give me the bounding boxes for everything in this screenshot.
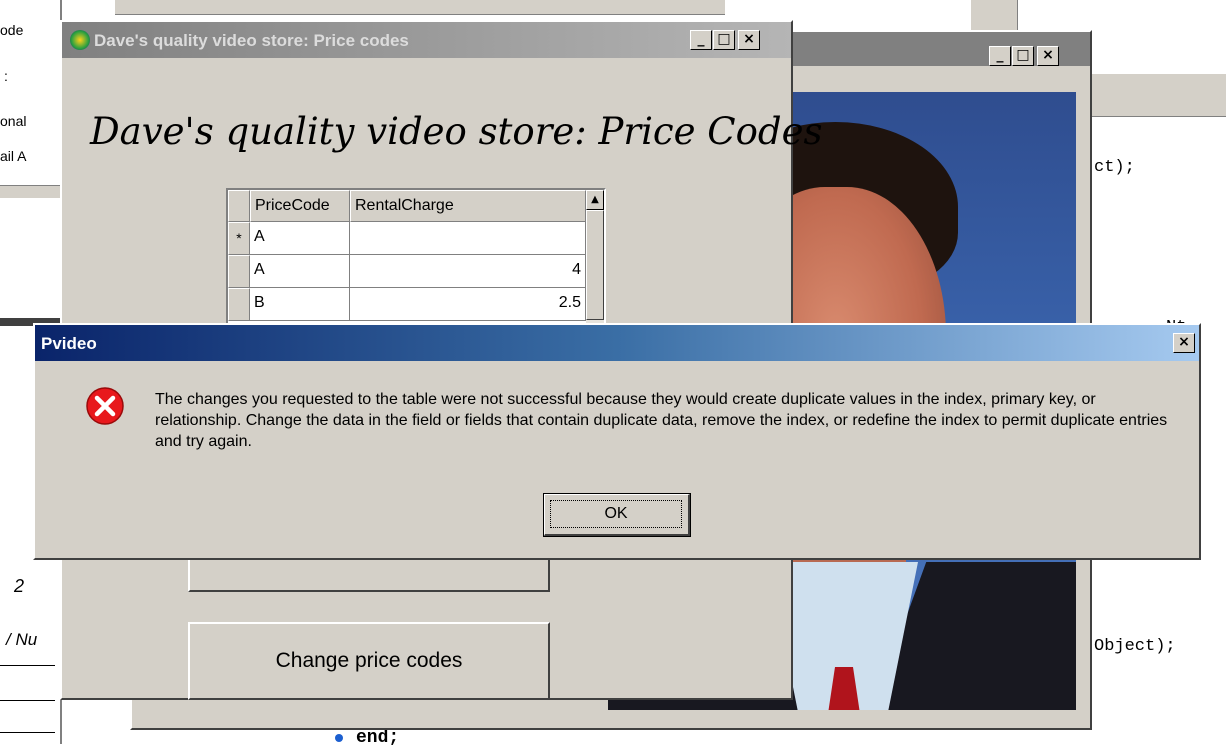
photo-maximize-button[interactable]: □	[1012, 46, 1034, 66]
dialog-close-button[interactable]: ×	[1173, 333, 1195, 353]
minimize-button[interactable]: _	[690, 30, 712, 50]
dialog-title: Pvideo	[41, 334, 97, 353]
grid-cell-rentalcharge[interactable]	[350, 222, 586, 255]
grid-cell-rentalcharge[interactable]: 2.5	[350, 288, 586, 321]
change-price-codes-button[interactable]: Change price codes	[188, 622, 550, 700]
bg-token: :	[4, 68, 8, 84]
grid-corner	[228, 190, 250, 222]
grid-header-rentalcharge[interactable]: RentalCharge	[350, 190, 586, 222]
error-icon	[86, 387, 124, 425]
ok-button-focus: OK	[550, 500, 682, 528]
bg-token: onal	[0, 113, 27, 129]
grid-scroll-thumb[interactable]	[586, 210, 604, 320]
price-codes-grid[interactable]: PriceCode RentalCharge * A A 4 B 2.5 ▲	[226, 188, 606, 328]
left-panel-separator	[0, 185, 60, 198]
grid-cell-rentalcharge[interactable]: 4	[350, 255, 586, 288]
price-codes-heading: Dave's quality video store: Price Codes	[90, 110, 823, 153]
price-codes-title: Dave's quality video store: Price codes	[94, 31, 409, 50]
dialog-titlebar	[35, 325, 1199, 361]
grid-cell-pricecode[interactable]: B	[250, 288, 350, 321]
left-panel-line	[0, 665, 55, 666]
left-panel-line	[0, 700, 55, 701]
photo-close-button[interactable]: ×	[1037, 46, 1059, 66]
row-indicator[interactable]	[228, 255, 250, 288]
bg-token: ode	[0, 22, 24, 38]
close-button[interactable]: ×	[738, 30, 760, 50]
code-gutter-icon	[335, 734, 343, 742]
top-toolbar	[115, 0, 725, 15]
bg-token: ail A	[0, 148, 27, 164]
maximize-button[interactable]: □	[713, 30, 735, 50]
code-line-end: end;	[356, 728, 400, 748]
bg-token: / Nu	[6, 630, 38, 649]
app-icon	[70, 30, 90, 50]
code-line-object: Object);	[1094, 637, 1176, 656]
photo-minimize-button[interactable]: _	[989, 46, 1011, 66]
row-indicator[interactable]	[228, 288, 250, 321]
top-toolbar-right	[970, 0, 1018, 30]
left-panel-line	[0, 732, 55, 733]
grid-cell-pricecode[interactable]: A	[250, 222, 350, 255]
dialog-message: The changes you requested to the table w…	[155, 391, 1168, 450]
code-line-ct: ct);	[1094, 158, 1135, 177]
grid-header-pricecode[interactable]: PriceCode	[250, 190, 350, 222]
row-indicator[interactable]: *	[228, 222, 250, 255]
editor-tab-strip	[1090, 74, 1226, 117]
scroll-up-arrow-icon[interactable]: ▲	[586, 190, 604, 210]
grid-cell-pricecode[interactable]: A	[250, 255, 350, 288]
ok-button[interactable]: OK	[543, 493, 691, 537]
pvideo-error-dialog: Pvideo × The changes you requested to th…	[33, 323, 1201, 560]
bg-token: 2	[14, 576, 25, 596]
